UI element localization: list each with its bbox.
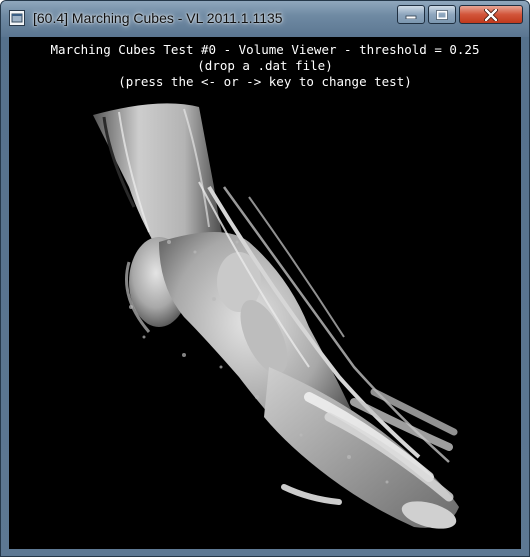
volume-render-foot	[93, 103, 459, 529]
overlay-title: Marching Cubes Test #0 - Volume Viewer -…	[50, 42, 480, 57]
title-bar[interactable]: [60.4] Marching Cubes - VL 2011.1.1135	[1, 1, 529, 37]
maximize-icon	[436, 9, 448, 20]
maximize-button[interactable]	[428, 5, 456, 24]
minimize-icon	[405, 15, 417, 19]
close-button[interactable]	[459, 5, 523, 24]
application-window: [60.4] Marching Cubes - VL 2011.1.1135 M…	[0, 0, 530, 557]
minimize-button[interactable]	[397, 5, 425, 24]
window-title: [60.4] Marching Cubes - VL 2011.1.1135	[33, 10, 283, 26]
overlay-hint-keys: (press the <- or -> key to change test)	[118, 74, 412, 89]
app-window-icon[interactable]	[9, 10, 25, 26]
close-icon	[484, 8, 498, 21]
render-viewport[interactable]: Marching Cubes Test #0 - Volume Viewer -…	[9, 37, 521, 549]
overlay-hint-drop: (drop a .dat file)	[197, 58, 333, 73]
